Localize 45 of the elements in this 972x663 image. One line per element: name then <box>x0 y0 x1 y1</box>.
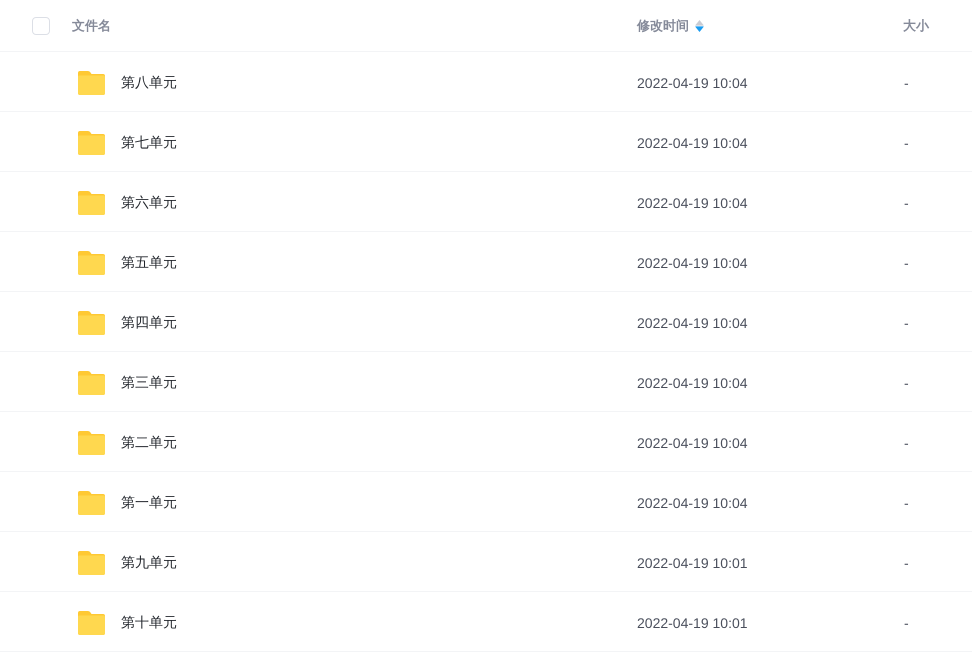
modified-time: 2022-04-19 10:04 <box>637 374 748 390</box>
folder-name[interactable]: 第八单元 <box>121 74 177 92</box>
folder-icon <box>78 130 105 154</box>
modified-time: 2022-04-19 10:04 <box>637 314 748 330</box>
file-size: - <box>903 74 909 90</box>
modified-time: 2022-04-19 10:04 <box>637 494 748 510</box>
modified-time: 2022-04-19 10:04 <box>637 134 748 150</box>
column-header: 大小 <box>903 16 929 34</box>
folder-name[interactable]: 第十单元 <box>121 614 177 632</box>
folder-icon <box>78 190 105 214</box>
folder-icon <box>78 550 105 574</box>
folder-name[interactable]: 第九单元 <box>121 554 177 572</box>
folder-icon <box>78 610 105 634</box>
column-header: 文件名 <box>72 16 111 34</box>
modified-time: 2022-04-19 10:04 <box>637 254 748 270</box>
file-size: - <box>903 314 909 330</box>
file-size: - <box>903 134 909 150</box>
modified-time: 2022-04-19 10:04 <box>637 194 748 210</box>
modified-time: 2022-04-19 10:01 <box>637 614 748 630</box>
file-size: - <box>903 194 909 210</box>
modified-time: 2022-04-19 10:04 <box>637 74 748 90</box>
folder-icon <box>78 70 105 94</box>
file-size: - <box>903 374 909 390</box>
folder-icon <box>78 370 105 394</box>
select-all-checkbox[interactable] <box>32 16 50 34</box>
folder-icon <box>78 250 105 274</box>
file-size: - <box>903 254 909 270</box>
column-header: 修改时间 <box>637 16 689 34</box>
modified-time: 2022-04-19 10:04 <box>637 434 748 450</box>
folder-icon <box>78 430 105 454</box>
folder-name[interactable]: 第二单元 <box>121 434 177 452</box>
file-size: - <box>903 434 909 450</box>
folder-name[interactable]: 第三单元 <box>121 374 177 392</box>
file-size: - <box>903 554 909 570</box>
folder-name[interactable]: 第一单元 <box>121 494 177 512</box>
folder-name[interactable]: 第六单元 <box>121 194 177 212</box>
modified-time: 2022-04-19 10:01 <box>637 554 748 570</box>
folder-name[interactable]: 第七单元 <box>121 134 177 152</box>
file-size: - <box>903 494 909 510</box>
folder-name[interactable]: 第五单元 <box>121 254 177 272</box>
folder-name[interactable]: 第四单元 <box>121 314 177 332</box>
sort-icon[interactable] <box>695 20 704 32</box>
folder-icon <box>78 310 105 334</box>
file-size: - <box>903 614 909 630</box>
folder-icon <box>78 490 105 514</box>
